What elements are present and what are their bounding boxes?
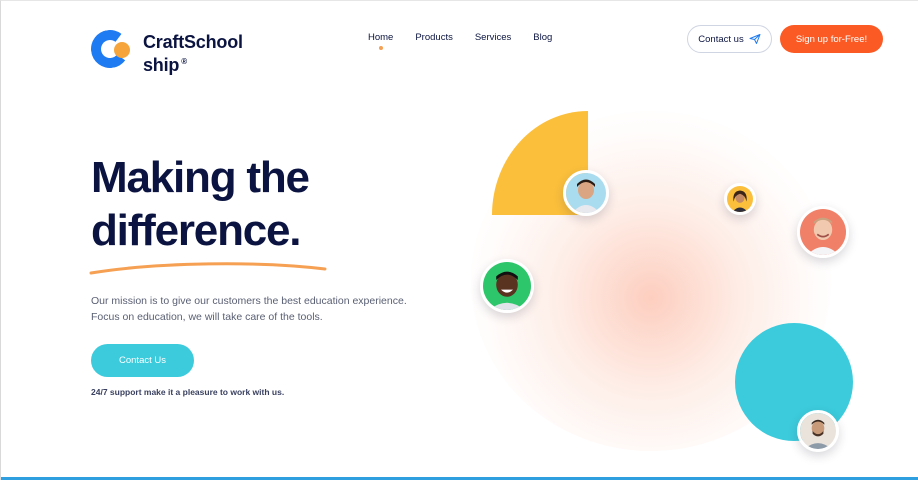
avatar-5	[797, 410, 839, 452]
nav-item-home[interactable]: Home	[368, 32, 393, 50]
mission-line2: Focus on education, we will take care of…	[91, 311, 323, 323]
avatar-2	[724, 183, 756, 215]
avatar-3	[797, 206, 849, 258]
contact-us-label: Contact us	[698, 33, 744, 45]
nav-item-services[interactable]: Services	[475, 32, 511, 43]
avatar-4	[480, 259, 534, 313]
hero-title-line2: difference.	[91, 206, 302, 255]
hero-title-line1: Making the	[91, 153, 310, 202]
support-text: 24/7 support make it a pleasure to work …	[91, 387, 285, 397]
decorative-underline	[89, 262, 327, 275]
contact-us-button[interactable]: Contact us	[687, 25, 772, 53]
signup-button[interactable]: Sign up for-Free!	[780, 25, 883, 53]
mission-line1: Our mission is to give our customers the…	[91, 295, 407, 307]
main-nav: Home Products Services Blog	[368, 32, 552, 50]
registered-mark: ®	[181, 57, 187, 66]
nav-item-blog[interactable]: Blog	[533, 32, 552, 43]
landing-page: CraftSchool ship ® Home Products Services…	[0, 0, 918, 480]
brand-name: CraftSchool ship ®	[143, 32, 243, 75]
logo-mark-icon	[88, 27, 133, 71]
nav-item-products[interactable]: Products	[415, 32, 453, 43]
paper-plane-icon	[749, 33, 761, 45]
brand-name-line1: CraftSchool	[143, 32, 243, 52]
mission-text: Our mission is to give our customers the…	[91, 293, 421, 325]
brand-name-line2: ship	[143, 55, 180, 75]
avatar-1	[563, 170, 609, 216]
hero-title: Making the difference.	[91, 151, 310, 257]
brand-logo[interactable]: CraftSchool ship ®	[88, 27, 243, 75]
hero-contact-button[interactable]: Contact Us	[91, 344, 194, 377]
